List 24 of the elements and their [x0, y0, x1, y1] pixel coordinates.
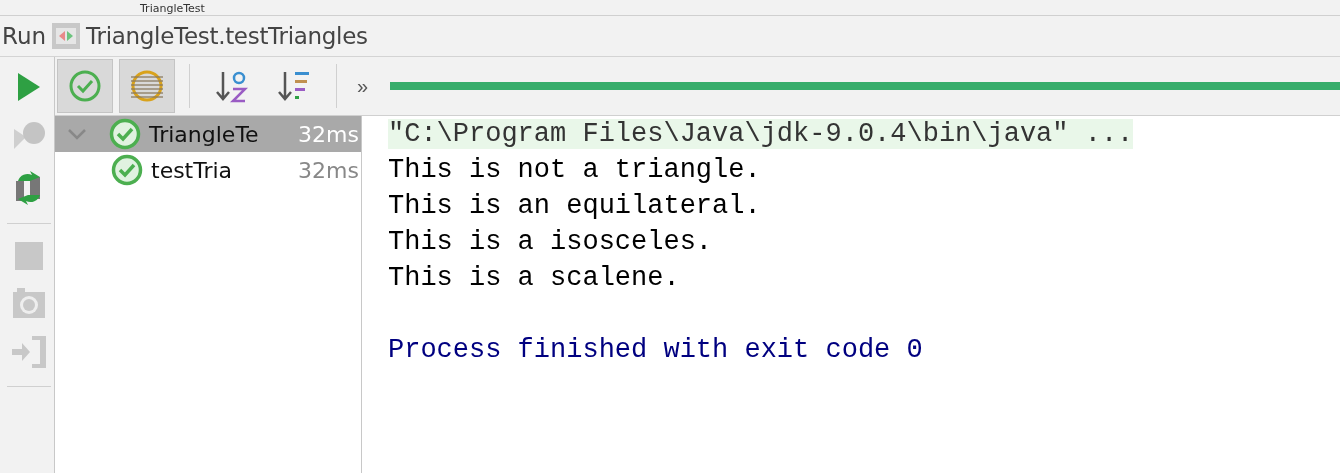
test-duration: 32ms — [298, 157, 360, 183]
test-name: testTria — [151, 157, 234, 183]
check-circle-icon — [111, 154, 143, 186]
exit-message: Process finished with exit code 0 — [388, 335, 923, 365]
chevron-icon[interactable] — [67, 128, 87, 140]
output-line: This is a isosceles. — [388, 227, 713, 257]
test-name: TriangleTe — [149, 121, 260, 147]
run-icon[interactable] — [16, 71, 42, 103]
test-config-icon — [52, 23, 81, 49]
check-circle-icon — [68, 69, 102, 103]
check-circle-icon — [109, 118, 141, 150]
output-line: This is a scalene. — [388, 263, 680, 293]
show-ignored-button[interactable] — [119, 59, 175, 113]
tree-row[interactable]: TriangleTe 32ms — [55, 116, 361, 152]
run-label: Run — [1, 23, 47, 49]
more-button[interactable]: » — [351, 74, 375, 98]
window-title: TriangleTest — [140, 2, 205, 15]
tree-row[interactable]: testTria 32ms — [55, 152, 361, 188]
run-configuration-name: TriangleTest.testTriangles — [86, 23, 368, 49]
output-line: This is not a triangle. — [388, 155, 761, 185]
output-line: This is an equilateral. — [388, 191, 761, 221]
test-duration: 32ms — [298, 121, 360, 147]
show-passed-button[interactable] — [57, 59, 113, 113]
striped-circle-icon — [129, 69, 165, 103]
